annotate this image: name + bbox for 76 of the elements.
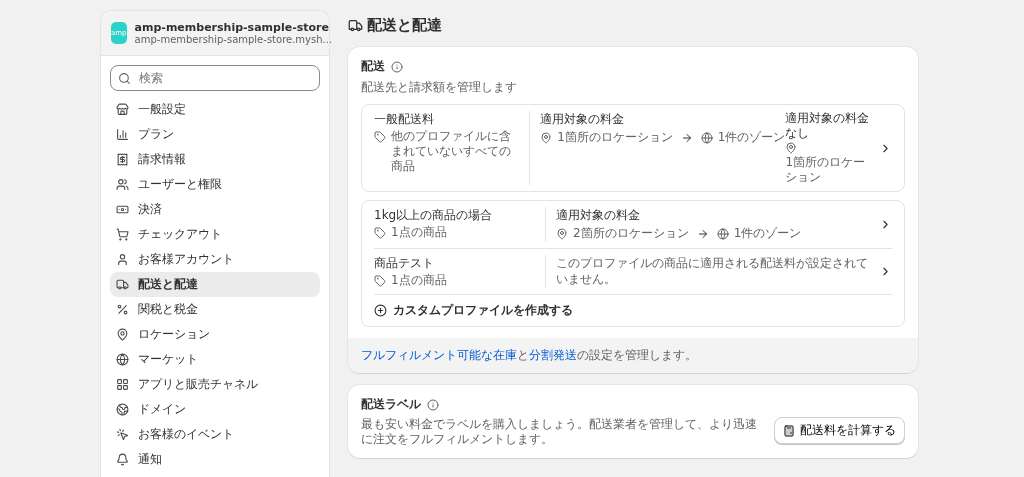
nav-item[interactable]: 配送と配達 [110,272,320,297]
grid-icon [116,378,129,391]
nav-item[interactable]: 関税と税金 [110,297,320,322]
shipping-profile[interactable]: 1kg以上の商品の場合 1点の商品 適用対象の料金 2箇所のロケーション 1件のゾーン [374,201,892,248]
section-description: 最も安い料金でラベルを購入しましょう。配送業者を管理して、より迅速に注文をフルフィルメントします。 [361,417,758,447]
nav-item[interactable]: お客様のイベント [110,422,320,447]
nav-item[interactable]: マーケット [110,347,320,372]
tag-icon [374,275,386,287]
receipt-icon [116,153,129,166]
profile-name: 一般配送料 [374,111,435,128]
chart-icon [116,128,129,141]
origin-text: 1箇所のロケーション [557,129,673,146]
store-name: amp-membership-sample-store [134,21,330,34]
fulfillment-note: フルフィルメント可能な在庫と分割発送の設定を管理します。 [348,338,918,373]
pointer-icon [116,428,129,441]
info-icon [427,398,439,411]
pin-icon [556,227,568,240]
section-title: 配送 [361,58,385,75]
globe-icon [116,403,129,416]
rates-title: 適用対象の料金 [540,111,626,128]
shipping-profile[interactable]: 一般配送料 他のプロファイルに含まれていないすべての商品 適用対象の料金 1箇所のロケーション 1件のゾーン 適用対象の料金なし 1箇所のロケーション [374,105,892,191]
nav-item[interactable]: プラン [110,122,320,147]
nav-item[interactable]: お客様アカウント [110,247,320,272]
pin-icon [785,142,798,154]
arrow-icon [680,131,693,144]
percent-icon [116,303,129,316]
calculator-icon [783,424,795,437]
profile-items: 1点の商品 [391,273,447,288]
shipping-profile[interactable]: 商品テスト 1点の商品 このプロファイルの商品に適用される配送料が設定されていません。 [374,248,892,294]
profile-items: 他のプロファイルに含まれていないすべての商品 [391,129,512,174]
calculate-button[interactable]: 配送料を計算する [774,417,905,444]
pin-icon [540,131,553,144]
users-icon [116,178,129,191]
section-title: 配送ラベル [361,396,421,413]
tag-icon [374,131,386,143]
profile-items: 1点の商品 [391,225,447,240]
nav-item[interactable]: 請求情報 [110,147,320,172]
cart-icon [116,228,129,241]
zones-text: 1件のゾーン [733,225,802,242]
nav-item[interactable]: 通知 [110,447,320,472]
truck-icon [116,278,129,291]
globe-icon [716,227,729,240]
banknote-icon [116,203,129,216]
nav-item[interactable]: ロケーション [110,322,320,347]
settings-link[interactable]: 分割発送 [529,348,577,362]
globe-icon [116,353,129,366]
origin-text: 2箇所のロケーション [573,225,689,242]
store-icon [116,103,129,116]
globe-icon [700,131,713,144]
search-icon [118,72,131,85]
pin-icon [116,328,129,341]
nav-item[interactable]: アプリと販売チャネル [110,372,320,397]
nav-item[interactable]: 一般設定 [110,97,320,122]
profile-name: 商品テスト [374,255,435,272]
search-field[interactable]: 検索 [110,65,320,91]
no-rates-message: このプロファイルの商品に適用される配送料が設定されていません。 [556,255,869,287]
truck-icon [348,18,363,33]
plus-icon [374,304,387,317]
nav-item[interactable]: 決済 [110,197,320,222]
nav-item[interactable]: ユーザーと権限 [110,172,320,197]
settings-link[interactable]: フルフィルメント可能な在庫 [361,348,517,362]
no-rates-origin: 1箇所のロケーション [785,155,867,185]
page-title: 配送と配達 [367,16,442,35]
nav-item[interactable]: ドメイン [110,397,320,422]
create-profile-button[interactable]: カスタムプロファイルを作成する [374,294,892,326]
rates-title: 適用対象の料金 [556,207,641,224]
section-description: 配送先と請求額を管理します [361,79,518,96]
info-icon [391,60,403,73]
person-icon [116,253,129,266]
zones-text: 1件のゾーン [717,129,786,146]
no-rates-title: 適用対象の料金なし [785,111,871,141]
profile-name: 1kg以上の商品の場合 [374,207,494,224]
bell-icon [116,453,129,466]
tag-icon [374,227,386,239]
arrow-icon [696,227,709,240]
nav-item[interactable]: チェックアウト [110,222,320,247]
